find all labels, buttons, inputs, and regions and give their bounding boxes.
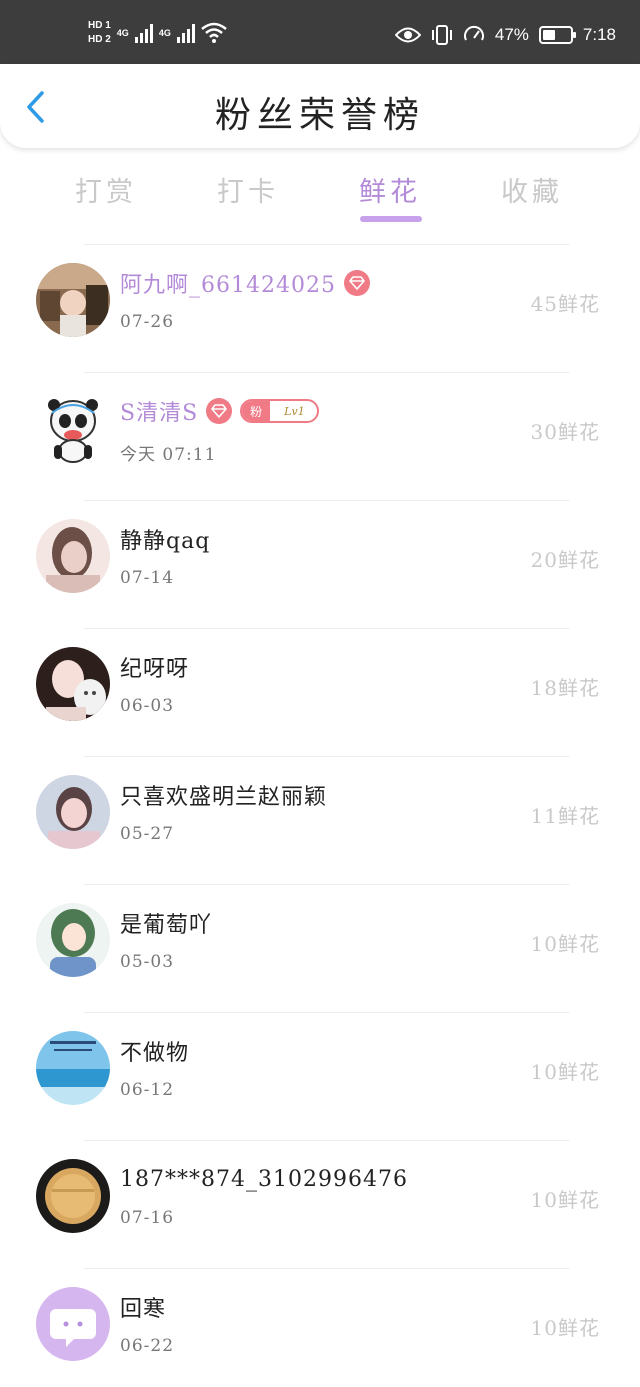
- flower-count: 20鲜花: [530, 548, 600, 572]
- vibrate-icon: [431, 25, 452, 45]
- avatar[interactable]: [36, 903, 110, 977]
- fan-date: 07-26: [120, 312, 175, 332]
- network-type-1: 4G: [116, 28, 129, 38]
- diamond-badge-icon: [206, 398, 233, 424]
- eye-icon: [394, 27, 421, 43]
- tab-checkin[interactable]: 打卡: [198, 170, 298, 209]
- speed-icon: [463, 25, 484, 41]
- app-header: 粉丝荣誉榜: [0, 64, 640, 148]
- flower-count: 10鲜花: [530, 1188, 600, 1212]
- fan-name: 只喜欢盛明兰赵丽颖: [120, 785, 328, 810]
- flower-count: 11鲜花: [530, 804, 600, 828]
- flower-count: 10鲜花: [530, 932, 600, 956]
- list-item[interactable]: 回寒 06-22 10鲜花: [0, 1268, 640, 1387]
- fan-date: 05-27: [120, 824, 175, 844]
- hd1-label: HD 1: [88, 20, 111, 31]
- tab-favorites[interactable]: 收藏: [482, 170, 582, 209]
- list-item[interactable]: 阿九啊_661424025 07-26 45鲜花: [0, 244, 640, 372]
- list-item[interactable]: 静静qaq 07-14 20鲜花: [0, 500, 640, 628]
- list-item[interactable]: 纪呀呀 06-03 18鲜花: [0, 628, 640, 756]
- avatar[interactable]: [36, 647, 110, 721]
- fan-date: 今天 07:11: [120, 445, 217, 465]
- fan-badge-label: 粉: [242, 401, 271, 421]
- avatar[interactable]: [36, 775, 110, 849]
- tab-flowers[interactable]: 鲜花: [340, 170, 440, 209]
- fan-name: 静静qaq: [120, 529, 211, 554]
- fan-date: 07-14: [120, 568, 175, 588]
- fan-level-badge: 粉 Lv1: [240, 399, 319, 423]
- fan-date: 06-22: [120, 1336, 175, 1356]
- avatar[interactable]: [36, 1287, 110, 1361]
- network-type-2: 4G: [158, 28, 171, 38]
- status-bar-right: 47% 7:18: [394, 24, 616, 46]
- signal-icon: [134, 23, 153, 43]
- list-item[interactable]: S清清S 粉 Lv1 今天 07:11 30鲜花: [0, 372, 640, 500]
- hd2-label: HD 2: [88, 34, 111, 45]
- tab-tip[interactable]: 打赏: [56, 170, 156, 209]
- avatar[interactable]: [36, 263, 110, 337]
- fan-name: 187***874_3102996476: [120, 1166, 408, 1192]
- status-bar-left: HD 1 HD 2 4G 4G: [88, 20, 227, 46]
- hd-indicator: HD 1 HD 2: [88, 20, 111, 46]
- fan-name: 回寒: [120, 1297, 167, 1322]
- list-item[interactable]: 是葡萄吖 05-03 10鲜花: [0, 884, 640, 1012]
- battery-icon: [538, 26, 576, 44]
- fan-name: 纪呀呀: [120, 657, 190, 682]
- wifi-icon: [201, 22, 227, 43]
- avatar[interactable]: [36, 391, 110, 465]
- avatar[interactable]: [36, 1159, 110, 1233]
- fan-date: 06-03: [120, 696, 175, 716]
- flower-count: 45鲜花: [530, 292, 600, 316]
- flower-count: 10鲜花: [530, 1316, 600, 1340]
- active-tab-indicator: [360, 216, 422, 222]
- list-item[interactable]: 不做物 06-12 10鲜花: [0, 1012, 640, 1140]
- fan-list: 阿九啊_661424025 07-26 45鲜花 S清清S 粉 Lv1 今天 0…: [0, 244, 640, 1387]
- fan-date: 06-12: [120, 1080, 175, 1100]
- list-item[interactable]: 只喜欢盛明兰赵丽颖 05-27 11鲜花: [0, 756, 640, 884]
- fan-name: 是葡萄吖: [120, 913, 213, 938]
- fan-badge-level: Lv1: [284, 404, 305, 418]
- signal-icon: [176, 23, 195, 43]
- diamond-badge-icon: [343, 270, 370, 296]
- fan-name: 不做物: [120, 1041, 190, 1066]
- fan-date: 07-16: [120, 1208, 175, 1228]
- tab-bar: 打赏 打卡 鲜花 收藏: [0, 162, 640, 232]
- flower-count: 30鲜花: [530, 420, 600, 444]
- avatar[interactable]: [36, 1031, 110, 1105]
- page-title: 粉丝荣誉榜: [214, 95, 425, 136]
- fan-name: 阿九啊_661424025: [120, 273, 336, 298]
- battery-percent: 47%: [494, 25, 529, 44]
- fan-date: 05-03: [120, 952, 175, 972]
- avatar[interactable]: [36, 519, 110, 593]
- flower-count: 10鲜花: [530, 1060, 600, 1084]
- list-item[interactable]: 187***874_3102996476 07-16 10鲜花: [0, 1140, 640, 1268]
- fan-name: S清清S: [120, 401, 199, 426]
- flower-count: 18鲜花: [530, 676, 600, 700]
- status-bar: HD 1 HD 2 4G 4G 47% 7:18: [0, 0, 640, 64]
- clock: 7:18: [582, 25, 616, 44]
